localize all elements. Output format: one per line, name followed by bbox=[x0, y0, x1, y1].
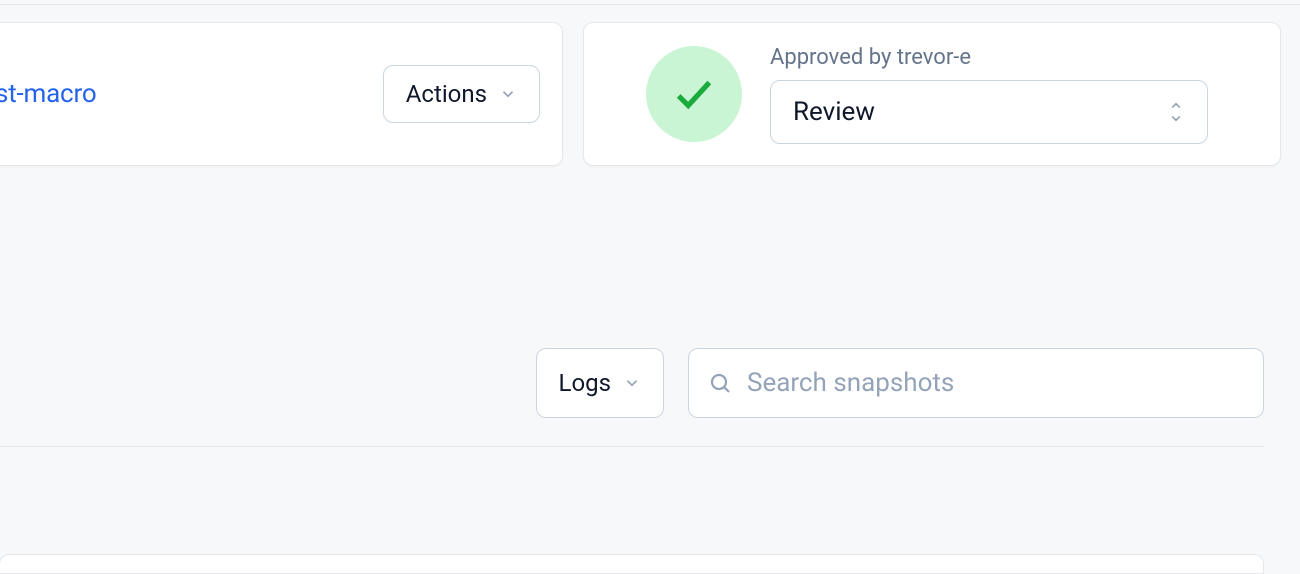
bottom-panel bbox=[0, 554, 1264, 574]
toolbar-row: Logs bbox=[0, 348, 1264, 418]
check-icon bbox=[671, 71, 717, 117]
cards-row: st-macro Actions Approved by trevor-e Re… bbox=[0, 22, 1300, 166]
review-select[interactable]: Review bbox=[770, 80, 1208, 144]
approval-column: Approved by trevor-e Review bbox=[770, 45, 1250, 144]
actions-button[interactable]: Actions bbox=[383, 65, 540, 123]
chevron-down-icon bbox=[499, 85, 517, 103]
search-input[interactable] bbox=[688, 348, 1264, 418]
chevron-down-icon bbox=[623, 374, 641, 392]
approval-badge bbox=[646, 46, 742, 142]
header-card: st-macro Actions bbox=[0, 22, 563, 166]
search-icon bbox=[708, 371, 732, 395]
top-divider bbox=[0, 4, 1300, 5]
mid-divider bbox=[0, 446, 1264, 447]
search-wrapper bbox=[688, 348, 1264, 418]
review-select-value: Review bbox=[793, 97, 875, 127]
actions-button-label: Actions bbox=[406, 80, 487, 108]
approval-status-text: Approved by trevor-e bbox=[770, 45, 1250, 70]
macro-link[interactable]: st-macro bbox=[0, 79, 96, 109]
logs-button-label: Logs bbox=[559, 369, 611, 397]
logs-button[interactable]: Logs bbox=[536, 348, 664, 418]
approval-card: Approved by trevor-e Review bbox=[583, 22, 1281, 166]
chevron-updown-icon bbox=[1167, 100, 1185, 124]
